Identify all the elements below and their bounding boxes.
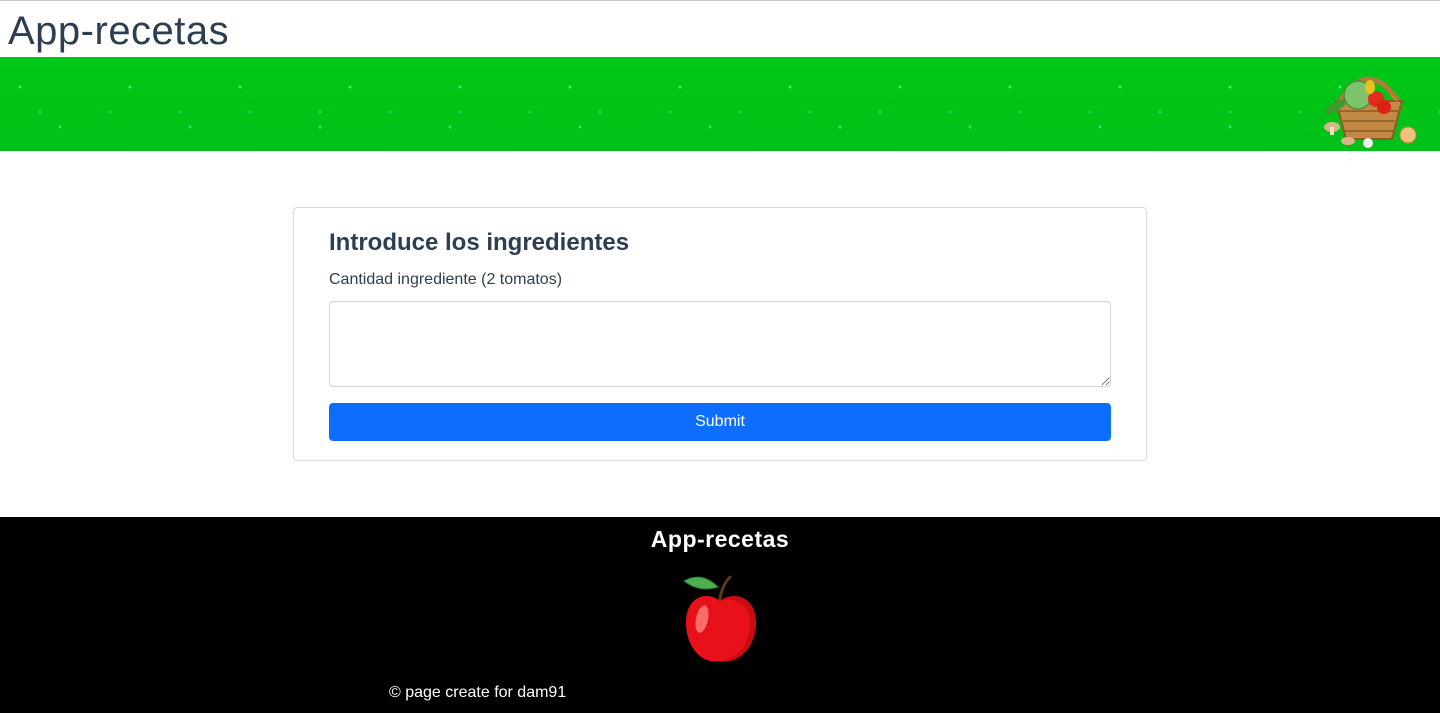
ingredient-quantity-input[interactable] [329, 301, 1111, 387]
footer: App-recetas © page create for dam91 [0, 517, 1440, 713]
ingredient-quantity-label: Cantidad ingrediente (2 tomatos) [329, 271, 563, 288]
apple-icon [683, 575, 756, 662]
vegetable-basket-icon [1324, 76, 1417, 148]
ingredients-form-card: Introduce los ingredientes Cantidad ingr… [293, 207, 1147, 461]
main-content: Introduce los ingredientes Cantidad ingr… [0, 151, 1440, 517]
form-title: Introduce los ingredientes [329, 229, 630, 256]
app-title: App-recetas [8, 9, 230, 53]
footer-title: App-recetas [650, 526, 790, 552]
copyright-text: © page create for dam91 [389, 684, 567, 701]
submit-button[interactable]: Submit [329, 403, 1111, 441]
header-banner [0, 57, 1440, 151]
